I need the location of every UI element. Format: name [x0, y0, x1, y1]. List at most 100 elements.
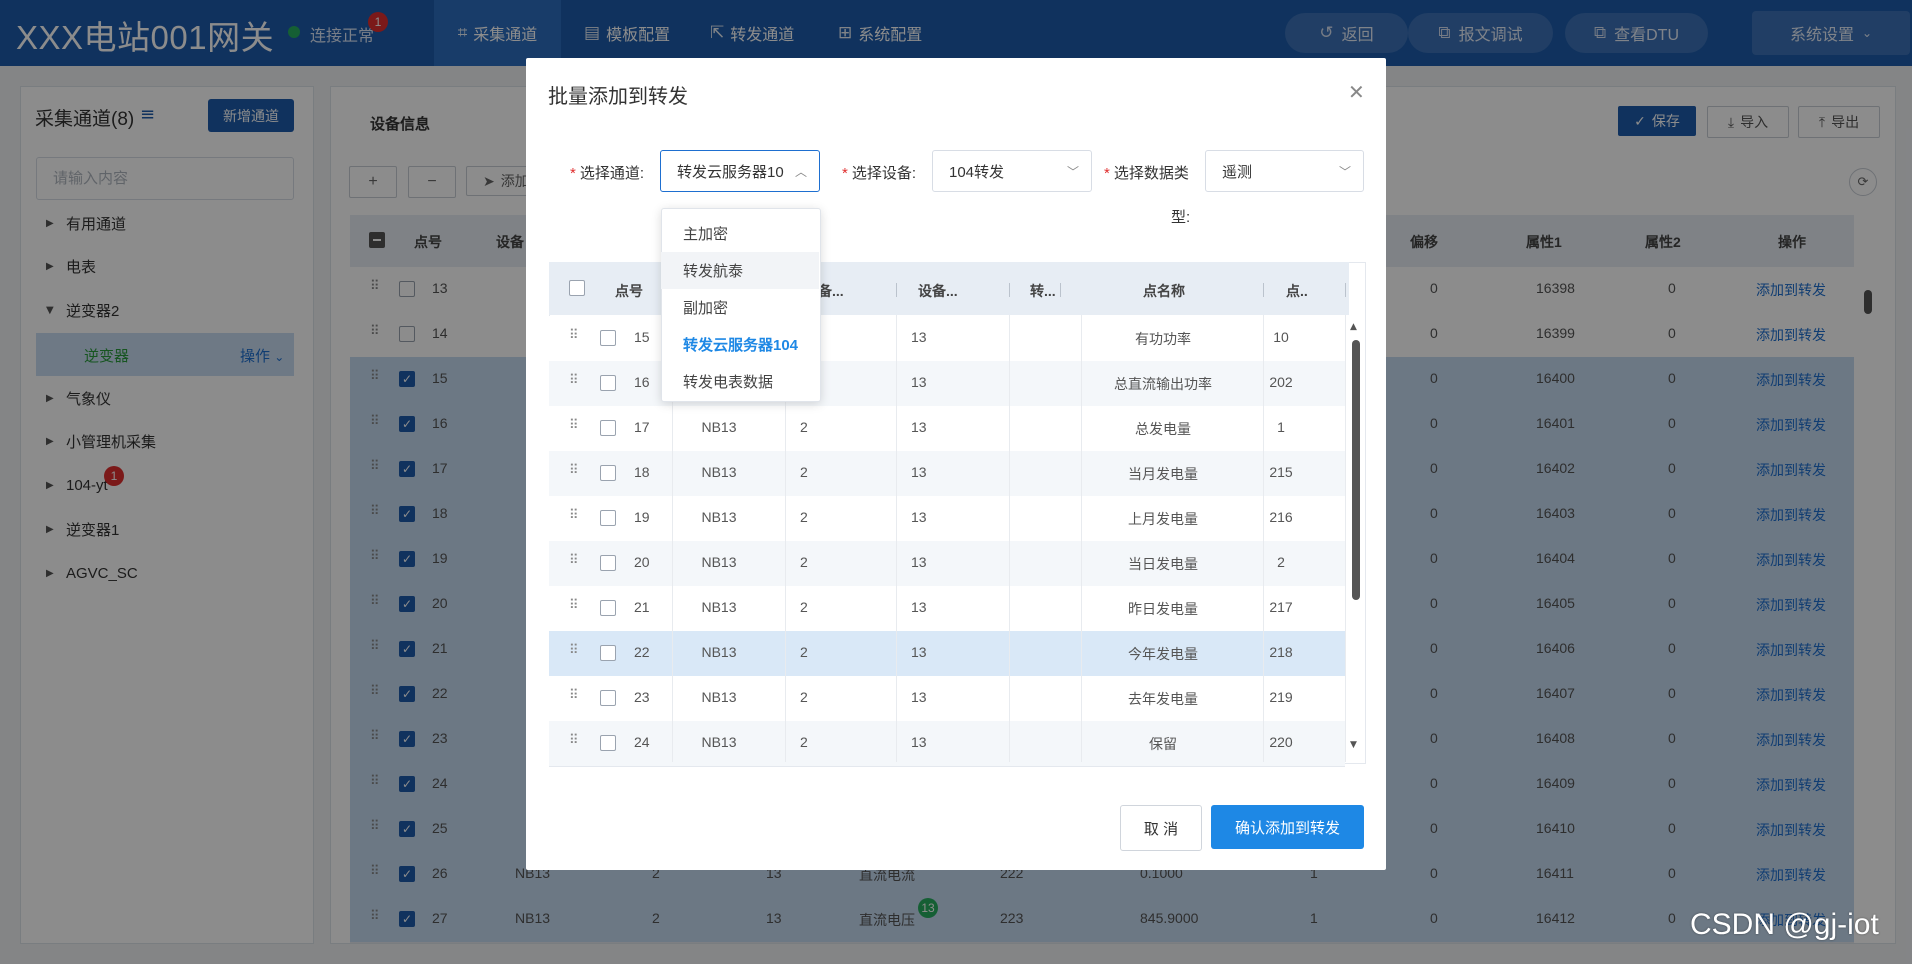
col-separator	[1060, 283, 1061, 297]
scroll-up-arrow[interactable]: ▲	[1350, 322, 1357, 332]
dropdown-option[interactable]: 副加密	[661, 289, 819, 326]
cell-value: 13	[911, 464, 927, 480]
dialog-table-row[interactable]: ⠿ 18 NB13 2 13 当月发电量 215	[549, 451, 1345, 497]
row-checkbox[interactable]	[600, 465, 616, 481]
required-mark: *	[1104, 165, 1110, 182]
row-checkbox[interactable]	[600, 600, 616, 616]
dialog-select-all-checkbox[interactable]	[569, 280, 585, 296]
cell-point: 215	[1269, 464, 1293, 480]
cell-point-name: 保留	[1149, 736, 1177, 752]
cell-point: 217	[1269, 599, 1293, 615]
watermark: CSDN @gj-iot	[1690, 908, 1879, 941]
cell-value: 13	[911, 509, 927, 525]
dlg-col-device-1: 备...	[818, 283, 844, 299]
column-divider	[1345, 315, 1346, 762]
cell-point: 202	[1269, 374, 1293, 390]
cell-value: 2	[800, 734, 808, 750]
cell-point: 220	[1269, 734, 1293, 750]
cancel-button[interactable]: 取 消	[1120, 805, 1202, 851]
cell-device: NB13	[701, 734, 737, 750]
dlg-col-name: 点名称	[1143, 283, 1185, 299]
cell-value: 13	[911, 734, 927, 750]
cell-point-no: 19	[634, 509, 650, 525]
drag-handle-icon[interactable]: ⠿	[569, 643, 579, 658]
device-select-value: 104转发	[949, 163, 1005, 181]
scroll-down-arrow[interactable]: ▼	[1350, 740, 1357, 750]
col-separator	[1345, 283, 1346, 297]
dialog-table-row[interactable]: ⠿ 20 NB13 2 13 当日发电量 2	[549, 541, 1345, 587]
close-icon[interactable]: ✕	[1348, 80, 1365, 104]
cell-value: 2	[800, 554, 808, 570]
row-checkbox[interactable]	[600, 690, 616, 706]
drag-handle-icon[interactable]: ⠿	[569, 418, 579, 433]
cell-value: 2	[800, 509, 808, 525]
cell-value: 13	[911, 554, 927, 570]
channel-label-text: 选择通道:	[579, 165, 645, 182]
cell-point-no: 16	[634, 374, 650, 390]
dialog-table-scrollbar[interactable]	[1352, 340, 1360, 600]
drag-handle-icon[interactable]: ⠿	[569, 733, 579, 748]
cell-device: NB13	[701, 419, 737, 435]
dialog-title: 批量添加到转发	[548, 86, 688, 108]
row-checkbox[interactable]	[600, 645, 616, 661]
dialog-table-row[interactable]: ⠿ 22 NB13 2 13 今年发电量 218	[549, 631, 1345, 677]
drag-handle-icon[interactable]: ⠿	[569, 328, 579, 343]
cell-point-no: 21	[634, 599, 650, 615]
datatype-select-value: 遥测	[1222, 163, 1253, 181]
confirm-add-button[interactable]: 确认添加到转发	[1211, 805, 1364, 849]
cell-value: 13	[911, 329, 927, 345]
dlg-col-forward: 转...	[1030, 283, 1056, 299]
device-select[interactable]: 104转发 ﹀	[932, 150, 1092, 192]
cell-point-name: 今年发电量	[1128, 646, 1198, 662]
cell-value: 13	[911, 374, 927, 390]
cell-point-name: 总发电量	[1135, 421, 1191, 437]
cell-value: 13	[911, 689, 927, 705]
cell-value: 2	[800, 644, 808, 660]
row-checkbox[interactable]	[600, 330, 616, 346]
chevron-down-icon: ﹀	[1066, 164, 1079, 179]
drag-handle-icon[interactable]: ⠿	[569, 598, 579, 613]
cell-value: 2	[800, 419, 808, 435]
cell-point-name: 当月发电量	[1128, 466, 1198, 482]
dialog-table-row[interactable]: ⠿ 19 NB13 2 13 上月发电量 216	[549, 496, 1345, 542]
drag-handle-icon[interactable]: ⠿	[569, 688, 579, 703]
dialog-table-row[interactable]: ⠿ 21 NB13 2 13 昨日发电量 217	[549, 586, 1345, 632]
cell-value: 13	[911, 599, 927, 615]
datatype-label-cont: 型:	[1171, 209, 1191, 226]
required-mark: *	[842, 165, 848, 182]
dropdown-option[interactable]: 转发电表数据	[661, 363, 819, 400]
row-checkbox[interactable]	[600, 735, 616, 751]
dialog-table-row[interactable]: ⠿ 23 NB13 2 13 去年发电量 219	[549, 676, 1345, 722]
row-checkbox[interactable]	[600, 375, 616, 391]
dialog-table-row[interactable]: ⠿ 17 NB13 2 13 总发电量 1	[549, 406, 1345, 452]
channel-select[interactable]: 转发云服务器10 ︿	[660, 150, 820, 192]
drag-handle-icon[interactable]: ⠿	[569, 463, 579, 478]
row-checkbox[interactable]	[600, 510, 616, 526]
cell-point: 2	[1277, 554, 1285, 570]
col-separator	[1263, 283, 1264, 297]
cell-value: 13	[911, 644, 927, 660]
cell-point-no: 23	[634, 689, 650, 705]
cell-point-name: 去年发电量	[1128, 691, 1198, 707]
row-checkbox[interactable]	[600, 420, 616, 436]
datatype-select[interactable]: 遥测 ﹀	[1205, 150, 1364, 192]
cell-point-no: 22	[634, 644, 650, 660]
cell-point-name: 上月发电量	[1128, 511, 1198, 527]
drag-handle-icon[interactable]: ⠿	[569, 373, 579, 388]
cell-value: 2	[800, 599, 808, 615]
dlg-col-device-2: 设备...	[918, 283, 958, 299]
dropdown-option[interactable]: 转发航泰	[661, 252, 819, 289]
dropdown-option[interactable]: 主加密	[661, 215, 819, 252]
drag-handle-icon[interactable]: ⠿	[569, 553, 579, 568]
drag-handle-icon[interactable]: ⠿	[569, 508, 579, 523]
column-divider	[1081, 315, 1082, 762]
row-checkbox[interactable]	[600, 555, 616, 571]
dlg-col-pt: 点..	[1286, 283, 1308, 299]
dropdown-option-selected[interactable]: 转发云服务器104	[661, 326, 819, 363]
cell-point-name: 有功功率	[1135, 331, 1191, 347]
channel-label: * 选择通道:	[570, 162, 644, 183]
dialog-table-row[interactable]: ⠿ 24 NB13 2 13 保留 220	[549, 721, 1345, 767]
device-label-text: 选择设备:	[851, 165, 917, 182]
cell-device: NB13	[701, 599, 737, 615]
cell-point-no: 18	[634, 464, 650, 480]
